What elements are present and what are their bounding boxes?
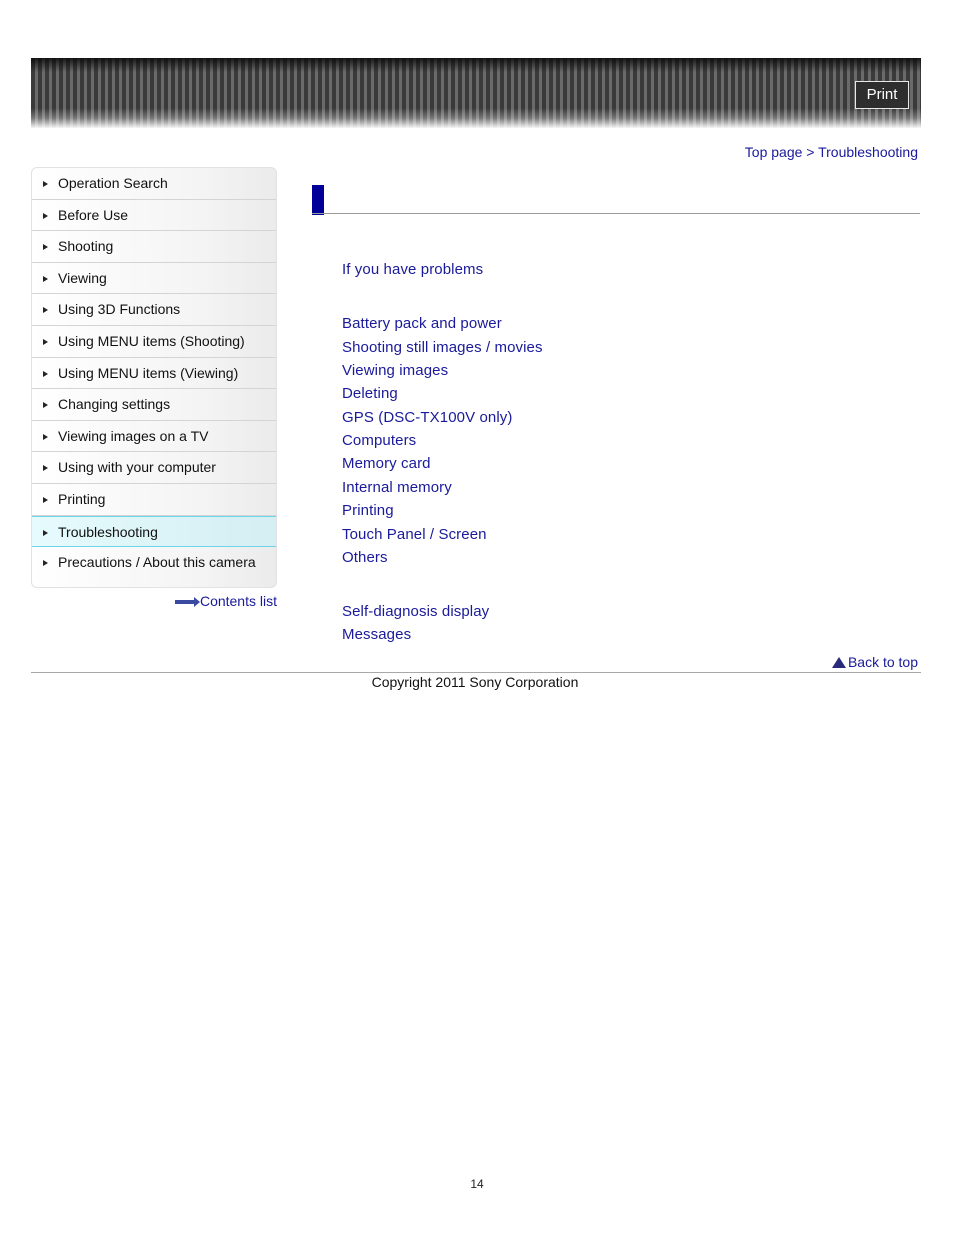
link-memory-card[interactable]: Memory card [342, 455, 431, 472]
link-touch-panel-screen[interactable]: Touch Panel / Screen [342, 526, 487, 543]
sidebar-item-label: Before Use [58, 206, 129, 223]
link-internal-memory[interactable]: Internal memory [342, 479, 452, 496]
back-to-top-label: Back to top [847, 654, 918, 670]
copyright-text: Copyright 2011 Sony Corporation [371, 674, 579, 690]
link-computers[interactable]: Computers [342, 432, 416, 449]
link-messages[interactable]: Messages [342, 626, 411, 643]
page-title-marker [312, 185, 324, 215]
link-others[interactable]: Others [342, 549, 388, 566]
footer-divider [31, 672, 921, 673]
sidebar-item-troubleshooting[interactable]: Troubleshooting [32, 515, 276, 548]
sidebar-item-viewing[interactable]: Viewing [32, 263, 276, 295]
triangle-right-icon [43, 307, 48, 314]
sidebar-item-changing-settings[interactable]: Changing settings [32, 389, 276, 421]
sidebar-nav: Operation Search Before Use Shooting Vie… [31, 167, 277, 588]
sidebar-item-label: Using MENU items (Shooting) [58, 332, 245, 349]
sidebar-item-label: Using with your computer [58, 459, 216, 476]
triangle-right-icon [43, 496, 48, 503]
sidebar-item-label: Troubleshooting [58, 523, 158, 540]
triangle-right-icon [43, 465, 48, 472]
sidebar-item-menu-viewing[interactable]: Using MENU items (Viewing) [32, 358, 276, 390]
breadcrumb-top-page[interactable]: Top page [745, 144, 803, 160]
sidebar-item-before-use[interactable]: Before Use [32, 200, 276, 232]
arrow-right-icon [174, 597, 200, 608]
contents-list-label: Contents list [199, 593, 277, 609]
triangle-right-icon [43, 560, 48, 567]
sidebar-item-printing[interactable]: Printing [32, 484, 276, 516]
sidebar-item-label: Using 3D Functions [58, 301, 181, 318]
header-banner: Print [31, 58, 921, 128]
triangle-right-icon [43, 433, 48, 440]
sidebar-item-shooting[interactable]: Shooting [32, 231, 276, 263]
triangle-right-icon [43, 529, 48, 536]
link-shooting-images-movies[interactable]: Shooting still images / movies [342, 339, 543, 356]
triangle-up-icon [831, 657, 846, 668]
triangle-right-icon [43, 402, 48, 409]
triangle-right-icon [43, 244, 48, 251]
triangle-right-icon [43, 275, 48, 282]
breadcrumb-current[interactable]: Troubleshooting [818, 144, 918, 160]
breadcrumb-separator: > [802, 144, 819, 160]
sidebar-item-label: Operation Search [58, 175, 168, 191]
sidebar-item-menu-shooting[interactable]: Using MENU items (Shooting) [32, 326, 276, 358]
link-if-you-have-problems[interactable]: If you have problems [342, 261, 483, 278]
contents-list-link[interactable]: Contents list [174, 593, 277, 609]
page-number: 14 [470, 1177, 484, 1191]
sidebar-item-precautions[interactable]: Precautions / About this camera [32, 547, 276, 579]
sidebar-item-label: Shooting [58, 238, 114, 255]
sidebar-item-label: Precautions / About this camera [58, 554, 256, 571]
sidebar-item-label: Viewing images on a TV [58, 427, 209, 444]
sidebar-item-using-computer[interactable]: Using with your computer [32, 452, 276, 484]
sidebar-item-3d-functions[interactable]: Using 3D Functions [32, 294, 276, 326]
sidebar-item-label: Printing [58, 490, 106, 507]
sidebar-item-label: Changing settings [58, 396, 171, 413]
triangle-right-icon [43, 338, 48, 345]
link-deleting[interactable]: Deleting [342, 385, 398, 402]
link-gps[interactable]: GPS (DSC-TX100V only) [342, 409, 512, 426]
sidebar-item-operation-search[interactable]: Operation Search [32, 168, 276, 200]
sidebar-item-label: Using MENU items (Viewing) [58, 364, 239, 381]
page-title-underline [312, 213, 920, 214]
print-button[interactable]: Print [855, 81, 909, 109]
triangle-right-icon [43, 181, 48, 187]
triangle-right-icon [43, 370, 48, 377]
sidebar-item-viewing-on-tv[interactable]: Viewing images on a TV [32, 421, 276, 453]
link-battery-power[interactable]: Battery pack and power [342, 315, 502, 332]
triangle-right-icon [43, 212, 48, 219]
link-self-diagnosis[interactable]: Self-diagnosis display [342, 603, 489, 620]
link-viewing-images[interactable]: Viewing images [342, 362, 448, 379]
back-to-top-link[interactable]: Back to top [831, 654, 918, 670]
breadcrumb: Top page > Troubleshooting [745, 144, 918, 160]
link-printing[interactable]: Printing [342, 502, 394, 519]
sidebar-item-label: Viewing [58, 269, 107, 286]
